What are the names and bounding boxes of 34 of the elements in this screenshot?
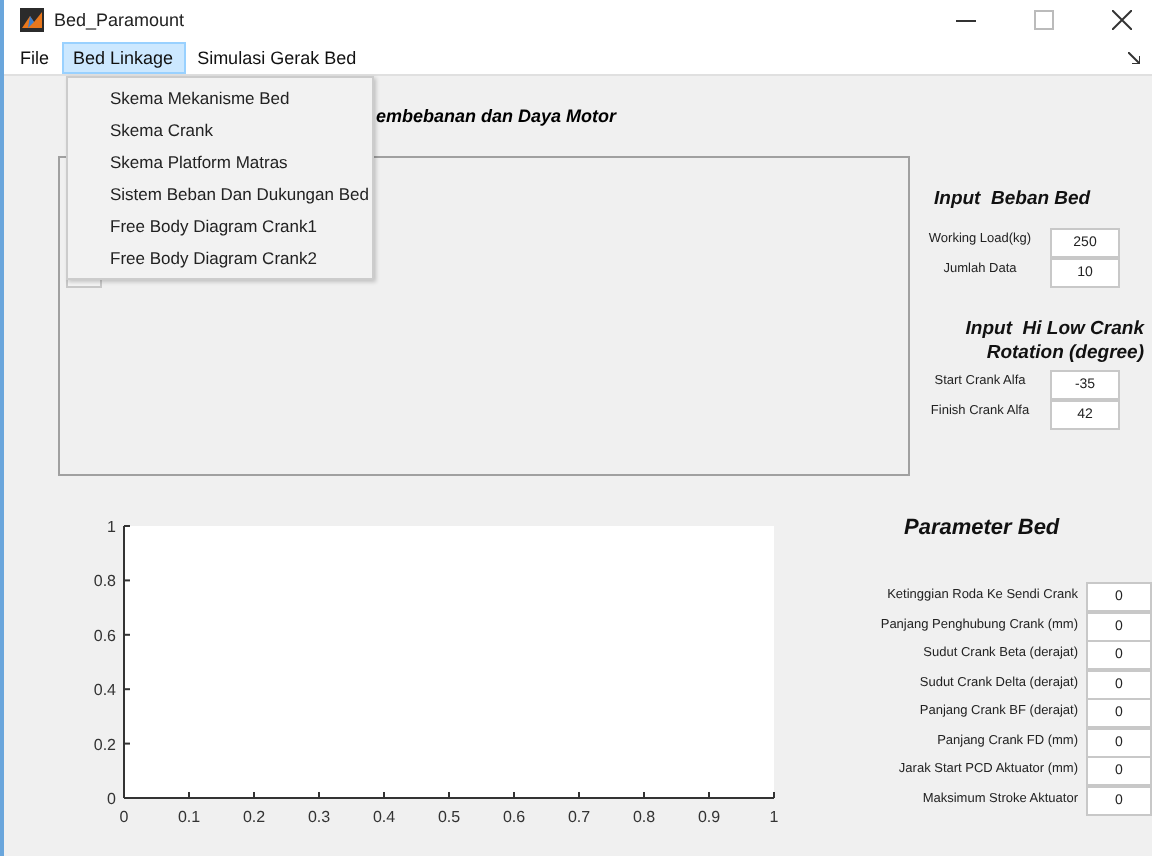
x-tick-label: 0.7 (567, 808, 591, 826)
menu-option[interactable]: Skema Platform Matras (68, 146, 372, 178)
menu-option[interactable]: Free Body Diagram Crank2 (68, 242, 372, 274)
x-tick-label: 0.3 (307, 808, 331, 826)
x-tick-label: 0.4 (372, 808, 396, 826)
x-tick-label: 1 (769, 808, 779, 826)
x-tick-label: 0 (119, 808, 129, 826)
x-tick-label: 0.1 (177, 808, 201, 826)
dock-arrow-icon[interactable] (1128, 51, 1140, 63)
y-tick-label: 0.6 (93, 626, 116, 645)
menu-item[interactable]: File (8, 41, 62, 73)
section-title: Input Beban Bed (934, 188, 1091, 210)
close-icon[interactable] (1112, 10, 1132, 30)
menu-option[interactable]: Skema Crank (68, 114, 372, 146)
panel-title: embebanan dan Daya Motor (376, 106, 617, 126)
y-tick-label: 0 (107, 790, 116, 808)
window-title: Bed_Paramount (54, 10, 185, 30)
x-tick-label: 0.2 (242, 808, 266, 826)
x-tick-label: 0.9 (697, 808, 721, 826)
y-tick-label: 0.4 (93, 681, 116, 700)
x-tick-label: 0.6 (502, 808, 526, 826)
menu-item[interactable]: Simulasi Gerak Bed (185, 41, 369, 73)
x-tick-label: 0.8 (632, 808, 656, 826)
y-tick-label: 1 (107, 518, 116, 536)
app-icon (20, 8, 44, 32)
menu-option[interactable]: Free Body Diagram Crank1 (68, 210, 372, 242)
menu-option[interactable]: Skema Mekanisme Bed (68, 82, 372, 114)
menu-option[interactable]: Sistem Beban Dan Dukungan Bed (68, 178, 372, 210)
section-title: Parameter Bed (904, 516, 1060, 540)
y-tick-label: 0.2 (93, 735, 116, 754)
y-tick-label: 0.8 (93, 572, 116, 591)
section-title: Input Hi Low Crank Rotation (degree) (963, 318, 1144, 366)
x-tick-label: 0.5 (437, 808, 461, 826)
menu-item[interactable]: Bed Linkage (61, 41, 186, 73)
